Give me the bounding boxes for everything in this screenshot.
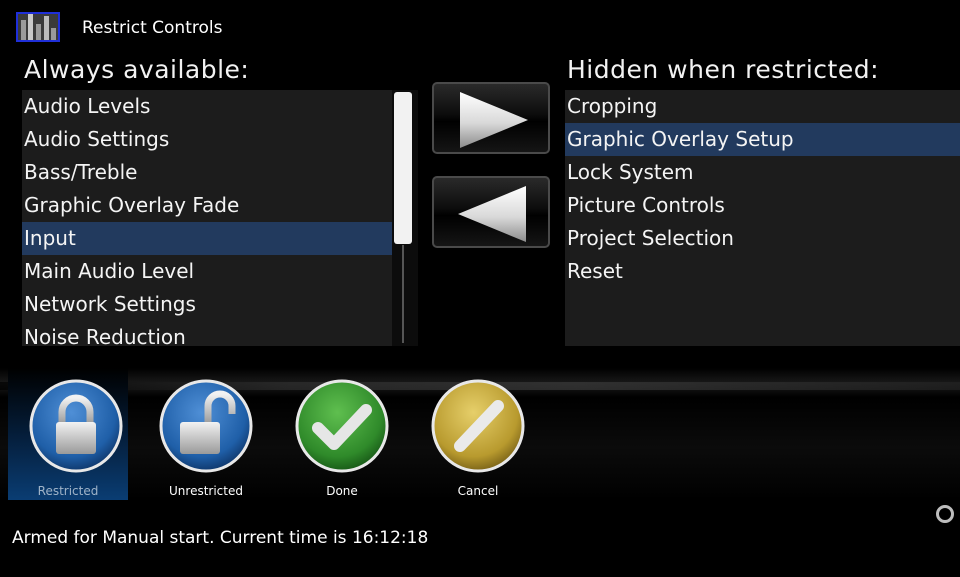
move-left-button[interactable] bbox=[432, 176, 550, 248]
arrow-left-icon bbox=[458, 186, 526, 242]
always-available-heading: Always available: bbox=[24, 55, 250, 84]
hidden-when-restricted-heading: Hidden when restricted: bbox=[567, 55, 880, 84]
cancel-slash-icon bbox=[431, 379, 525, 473]
list-item[interactable]: Lock System bbox=[565, 156, 960, 189]
lock-open-icon bbox=[159, 379, 253, 473]
lock-closed-icon bbox=[29, 379, 123, 473]
move-right-button[interactable] bbox=[432, 82, 550, 154]
status-indicator-icon bbox=[936, 505, 954, 523]
bottom-toolbar: Restricted Unrestricted Done Cancel bbox=[0, 368, 960, 500]
list-item[interactable]: Graphic Overlay Fade bbox=[22, 189, 392, 222]
list-item[interactable]: Project Selection bbox=[565, 222, 960, 255]
scrollbar-track-line bbox=[402, 245, 404, 343]
list-item[interactable]: Picture Controls bbox=[565, 189, 960, 222]
restricted-button[interactable]: Restricted bbox=[8, 368, 128, 500]
status-bar: Armed for Manual start. Current time is … bbox=[0, 518, 960, 558]
list-item[interactable]: Network Settings bbox=[22, 288, 392, 321]
window-title: Restrict Controls bbox=[82, 18, 223, 38]
status-text: Armed for Manual start. Current time is … bbox=[12, 528, 429, 548]
list-item[interactable]: Main Audio Level bbox=[22, 255, 392, 288]
scrollbar[interactable] bbox=[392, 90, 418, 346]
list-item[interactable]: Noise Reduction bbox=[22, 321, 392, 354]
list-item[interactable]: Audio Settings bbox=[22, 123, 392, 156]
checkmark-icon bbox=[295, 379, 389, 473]
hidden-when-restricted-list[interactable]: Cropping Graphic Overlay Setup Lock Syst… bbox=[565, 90, 960, 346]
cancel-label: Cancel bbox=[457, 484, 499, 498]
done-label: Done bbox=[326, 484, 358, 498]
cancel-button[interactable]: Cancel bbox=[410, 368, 546, 500]
list-item[interactable]: Graphic Overlay Setup bbox=[565, 123, 960, 156]
unrestricted-button[interactable]: Unrestricted bbox=[138, 368, 274, 500]
always-available-list[interactable]: Audio Levels Audio Settings Bass/Treble … bbox=[22, 90, 392, 349]
list-item[interactable]: Input bbox=[22, 222, 392, 255]
list-item[interactable]: Audio Levels bbox=[22, 90, 392, 123]
list-item[interactable]: Reset bbox=[565, 255, 960, 288]
title-bar: Restrict Controls bbox=[0, 0, 960, 44]
app-icon bbox=[16, 12, 60, 42]
list-item[interactable]: Cropping bbox=[565, 90, 960, 123]
done-button[interactable]: Done bbox=[274, 368, 410, 500]
arrow-right-icon bbox=[460, 92, 528, 148]
restricted-label: Restricted bbox=[37, 484, 99, 498]
list-item[interactable]: Bass/Treble bbox=[22, 156, 392, 189]
scrollbar-thumb[interactable] bbox=[394, 92, 412, 244]
unrestricted-label: Unrestricted bbox=[169, 484, 243, 498]
